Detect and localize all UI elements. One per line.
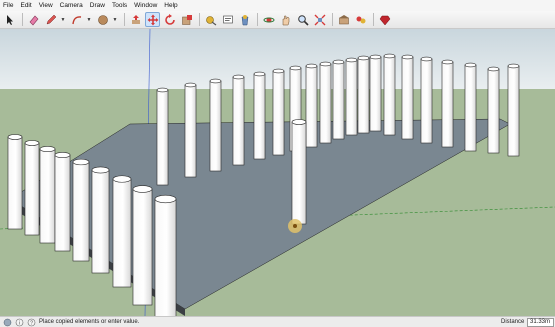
eraser-tool-icon <box>29 15 38 25</box>
column[interactable] <box>345 57 358 136</box>
warehouse-button[interactable] <box>336 12 351 27</box>
move-tool-button[interactable] <box>145 12 160 27</box>
help-icon[interactable]: ? <box>27 318 36 327</box>
column[interactable] <box>39 146 56 244</box>
rotate-tool-icon <box>164 13 175 25</box>
toolbar: ▼ ▼ ▼ <box>0 11 555 29</box>
column[interactable] <box>383 53 396 136</box>
column[interactable] <box>319 61 332 144</box>
column[interactable] <box>132 185 153 306</box>
column[interactable] <box>401 54 414 140</box>
menu-bar: File Edit View Camera Draw Tools Window … <box>0 0 555 11</box>
menu-view[interactable]: View <box>39 0 53 11</box>
zoom-extents-icon <box>314 14 325 25</box>
menu-file[interactable]: File <box>3 0 13 11</box>
pan-tool-icon <box>282 15 289 25</box>
extension-icon <box>356 16 365 23</box>
select-tool-icon <box>6 14 13 25</box>
menu-camera[interactable]: Camera <box>60 0 83 11</box>
shape-tool-button[interactable] <box>95 12 110 27</box>
pencil-dropdown[interactable]: ▼ <box>60 12 66 27</box>
zoom-tool-icon <box>297 14 309 26</box>
column[interactable] <box>91 166 110 274</box>
menu-tools[interactable]: Tools <box>112 0 127 11</box>
svg-text:?: ? <box>30 320 33 326</box>
measurements-label: Distance <box>501 319 525 325</box>
status-bar: i ? Place copied elements or enter value… <box>0 316 555 327</box>
paint-bucket-icon <box>241 14 248 25</box>
column[interactable] <box>72 158 90 262</box>
menu-window[interactable]: Window <box>134 0 157 11</box>
push-pull-tool-button[interactable] <box>128 12 143 27</box>
toolbar-separator <box>373 13 374 26</box>
arc-tool-icon <box>71 15 81 24</box>
scene-canvas <box>0 29 555 316</box>
column[interactable] <box>420 56 433 144</box>
extension-button[interactable] <box>353 12 368 27</box>
pencil-tool-icon <box>46 14 56 24</box>
column[interactable] <box>184 82 197 178</box>
column[interactable] <box>305 63 318 148</box>
column[interactable] <box>441 59 454 148</box>
text-tool-button[interactable] <box>220 12 235 27</box>
push-pull-tool-icon <box>131 14 140 24</box>
column[interactable] <box>24 140 40 236</box>
column[interactable] <box>232 74 245 166</box>
rotate-tool-button[interactable] <box>162 12 177 27</box>
paint-bucket-button[interactable] <box>237 12 252 27</box>
column[interactable] <box>369 54 382 132</box>
column[interactable] <box>253 71 266 160</box>
tape-measure-icon <box>205 15 216 25</box>
tape-measure-button[interactable] <box>203 12 218 27</box>
zoom-tool-button[interactable] <box>295 12 310 27</box>
scale-tool-button[interactable] <box>179 12 194 27</box>
column[interactable] <box>154 194 177 316</box>
column[interactable] <box>272 68 285 156</box>
column[interactable] <box>7 134 23 230</box>
column[interactable] <box>209 78 222 172</box>
toolbar-separator <box>124 13 125 26</box>
column[interactable] <box>54 152 71 252</box>
geolocation-icon[interactable] <box>3 318 12 327</box>
select-tool-button[interactable] <box>2 12 17 27</box>
orbit-tool-icon <box>263 17 274 22</box>
svg-text:i: i <box>19 320 20 326</box>
eraser-tool-button[interactable] <box>26 12 41 27</box>
toolbar-separator <box>22 13 23 26</box>
status-message: Place copied elements or enter value. <box>39 319 140 325</box>
column[interactable] <box>332 59 345 140</box>
ruby-button[interactable] <box>377 12 392 27</box>
warehouse-icon <box>338 14 349 24</box>
column[interactable] <box>487 66 500 154</box>
inference-point-marker <box>288 219 302 233</box>
toolbar-separator <box>199 13 200 26</box>
column[interactable] <box>112 175 132 288</box>
orbit-tool-button[interactable] <box>261 12 276 27</box>
credits-icon[interactable]: i <box>15 318 24 327</box>
column[interactable] <box>507 63 520 157</box>
menu-draw[interactable]: Draw <box>90 0 105 11</box>
menu-edit[interactable]: Edit <box>20 0 31 11</box>
column[interactable] <box>357 55 370 134</box>
measurements-input[interactable]: 31.33m <box>527 318 554 327</box>
arc-tool-button[interactable] <box>69 12 84 27</box>
column[interactable] <box>291 119 307 225</box>
model-viewport[interactable] <box>0 29 555 316</box>
column[interactable] <box>156 87 169 186</box>
column[interactable] <box>464 62 477 152</box>
shape-dropdown[interactable]: ▼ <box>112 12 118 27</box>
toolbar-separator <box>332 13 333 26</box>
pencil-tool-button[interactable] <box>43 12 58 27</box>
move-tool-icon <box>147 14 158 25</box>
text-tool-icon <box>222 15 233 23</box>
ruby-icon <box>379 15 390 25</box>
scale-tool-icon <box>181 14 192 25</box>
arc-dropdown[interactable]: ▼ <box>86 12 92 27</box>
shape-tool-icon <box>97 14 108 25</box>
menu-help[interactable]: Help <box>164 0 177 11</box>
zoom-extents-button[interactable] <box>312 12 327 27</box>
pan-tool-button[interactable] <box>278 12 293 27</box>
toolbar-separator <box>257 13 258 26</box>
